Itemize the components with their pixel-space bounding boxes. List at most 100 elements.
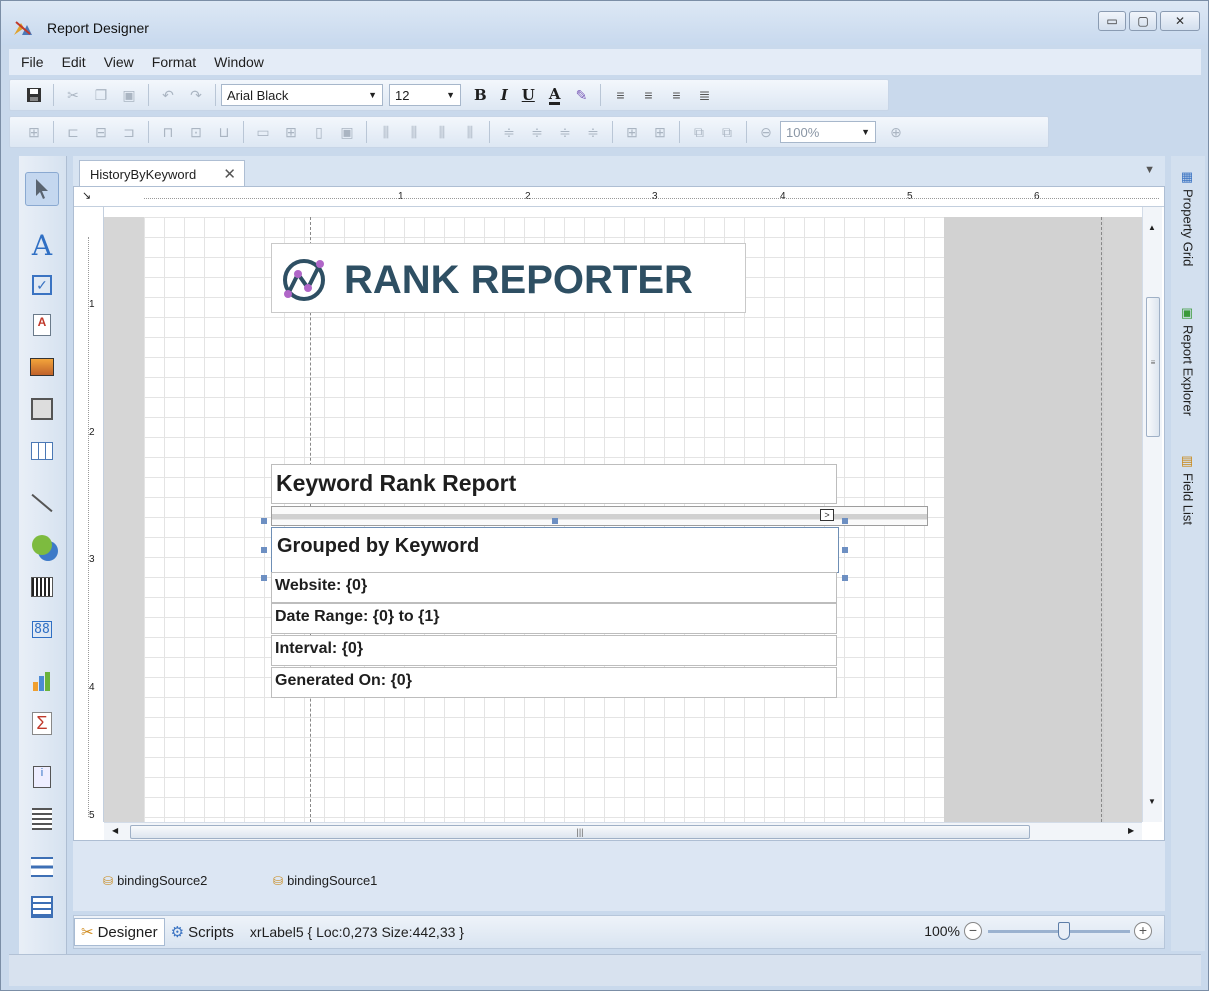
interval-label[interactable]: Interval: {0} [271, 635, 837, 666]
center-vertically-button[interactable]: ⊞ [649, 121, 671, 143]
smart-tag-icon[interactable]: > [820, 509, 834, 521]
logo-picture-box[interactable]: RANK REPORTER [271, 243, 746, 313]
align-middles-button[interactable]: ⊡ [185, 121, 207, 143]
zoom-in-button[interactable]: ⊕ [885, 121, 907, 143]
v-spacing-decrease-button[interactable]: ≑ [554, 121, 576, 143]
dock-tab-field-list[interactable]: ▤ Field List [1175, 454, 1201, 525]
panel-tool[interactable] [25, 392, 59, 426]
center-horizontally-button[interactable]: ⊞ [621, 121, 643, 143]
underline-button[interactable]: U [522, 86, 535, 104]
bring-to-front-button[interactable]: ⧉ [688, 121, 710, 143]
menu-file[interactable]: File [21, 54, 44, 70]
picture-tool[interactable] [25, 350, 59, 384]
align-right-button[interactable]: ≡ [665, 84, 687, 106]
zoom-out-icon[interactable]: − [964, 922, 982, 940]
v-spacing-remove-button[interactable]: ≑ [582, 121, 604, 143]
same-size-button[interactable]: ▣ [336, 121, 358, 143]
pageinfo-tool[interactable]: i [25, 760, 59, 794]
scroll-left-icon[interactable]: ◀ [112, 826, 118, 835]
vertical-scroll-thumb[interactable]: ≡ [1146, 297, 1160, 437]
pagebreak-tool[interactable] [25, 802, 59, 836]
v-spacing-equal-button[interactable]: ≑ [498, 121, 520, 143]
zoom-select[interactable]: 100% ▼ [780, 121, 876, 143]
tab-list-dropdown-icon[interactable]: ▼ [1144, 164, 1155, 176]
report-title-label[interactable]: Keyword Rank Report [271, 464, 837, 504]
selection-handle[interactable] [261, 575, 267, 581]
zoom-in-icon[interactable]: + [1134, 922, 1152, 940]
group-subtitle-label[interactable]: Grouped by Keyword [271, 527, 839, 573]
scroll-down-icon[interactable]: ▼ [1148, 797, 1156, 806]
align-rights-button[interactable]: ⊐ [118, 121, 140, 143]
pointer-tool[interactable] [25, 172, 59, 206]
selection-handle[interactable] [261, 518, 267, 524]
table-tool[interactable] [25, 434, 59, 468]
generated-on-label[interactable]: Generated On: {0} [271, 667, 837, 698]
date-range-label[interactable]: Date Range: {0} to {1} [271, 603, 837, 634]
same-width-button[interactable]: ▭ [252, 121, 274, 143]
h-spacing-equal-button[interactable]: ⫼ [375, 121, 397, 143]
cut-button[interactable]: ✂ [62, 84, 84, 106]
v-spacing-increase-button[interactable]: ≑ [526, 121, 548, 143]
zoom-slider-thumb[interactable] [1058, 922, 1070, 940]
align-left-button[interactable]: ≡ [609, 84, 631, 106]
paste-button[interactable]: ▣ [118, 84, 140, 106]
align-center-button[interactable]: ≡ [637, 84, 659, 106]
h-spacing-decrease-button[interactable]: ⫼ [431, 121, 453, 143]
tab-scripts[interactable]: ⚙ Scripts [165, 918, 240, 946]
component-binding-source-1[interactable]: ⛁ bindingSource1 [273, 873, 377, 888]
scroll-right-icon[interactable]: ▶ [1128, 826, 1134, 835]
undo-button[interactable]: ↶ [157, 84, 179, 106]
horizontal-scrollbar[interactable]: ◀ ||| ▶ [104, 822, 1142, 840]
selection-handle[interactable] [552, 518, 558, 524]
align-centers-button[interactable]: ⊟ [90, 121, 112, 143]
selection-handle[interactable] [842, 547, 848, 553]
font-color-button[interactable]: A [548, 86, 561, 105]
copy-button[interactable]: ❐ [90, 84, 112, 106]
selection-handle[interactable] [261, 547, 267, 553]
save-button[interactable] [23, 84, 45, 106]
website-label[interactable]: Website: {0} [271, 572, 837, 603]
tab-designer[interactable]: ✂ Designer [74, 918, 165, 946]
barcode-tool[interactable] [25, 570, 59, 604]
selection-handle[interactable] [842, 575, 848, 581]
ruler-corner-icon[interactable]: ↘ [82, 189, 91, 202]
dock-tab-property-grid[interactable]: ▦ Property Grid [1175, 170, 1201, 266]
justify-button[interactable]: ≣ [693, 84, 715, 106]
label-tool[interactable]: A [25, 228, 59, 262]
selection-handle[interactable] [842, 518, 848, 524]
send-to-back-button[interactable]: ⧉ [716, 121, 738, 143]
italic-button[interactable]: I [501, 86, 508, 104]
close-button[interactable]: ✕ [1160, 11, 1200, 31]
maximize-button[interactable]: ▢ [1129, 11, 1157, 31]
crossband-box-tool[interactable] [25, 890, 59, 924]
checkbox-tool[interactable]: ✓ [25, 268, 59, 302]
align-lefts-button[interactable]: ⊏ [62, 121, 84, 143]
bold-button[interactable]: B [474, 86, 487, 104]
font-size-select[interactable]: 12 ▼ [389, 84, 461, 106]
align-tops-button[interactable]: ⊓ [157, 121, 179, 143]
menu-edit[interactable]: Edit [62, 54, 86, 70]
h-spacing-remove-button[interactable]: ⫼ [459, 121, 481, 143]
align-bottoms-button[interactable]: ⊔ [213, 121, 235, 143]
dock-tab-report-explorer[interactable]: ▣ Report Explorer [1175, 306, 1201, 416]
scroll-up-icon[interactable]: ▲ [1148, 223, 1156, 232]
minimize-button[interactable]: ▭ [1098, 11, 1126, 31]
menu-view[interactable]: View [104, 54, 134, 70]
menu-window[interactable]: Window [214, 54, 264, 70]
zipcode-tool[interactable]: 88 [25, 612, 59, 646]
tab-history-by-keyword[interactable]: HistoryByKeyword ✕ [79, 160, 245, 186]
zoom-out-button[interactable]: ⊖ [755, 121, 777, 143]
h-spacing-increase-button[interactable]: ⫼ [403, 121, 425, 143]
font-name-select[interactable]: Arial Black ▼ [221, 84, 383, 106]
same-height-button[interactable]: ▯ [308, 121, 330, 143]
summary-tool[interactable]: Σ [25, 706, 59, 740]
horizontal-scroll-thumb[interactable]: ||| [130, 825, 1030, 839]
component-binding-source-2[interactable]: ⛁ bindingSource2 [103, 873, 207, 888]
richtext-tool[interactable]: A [25, 308, 59, 342]
align-to-grid-button[interactable]: ⊞ [23, 121, 45, 143]
chart-tool[interactable] [25, 664, 59, 698]
menu-format[interactable]: Format [152, 54, 196, 70]
line-tool[interactable] [25, 486, 59, 520]
highlight-color-button[interactable]: ✎ [570, 84, 592, 106]
tab-close-icon[interactable]: ✕ [223, 165, 236, 183]
